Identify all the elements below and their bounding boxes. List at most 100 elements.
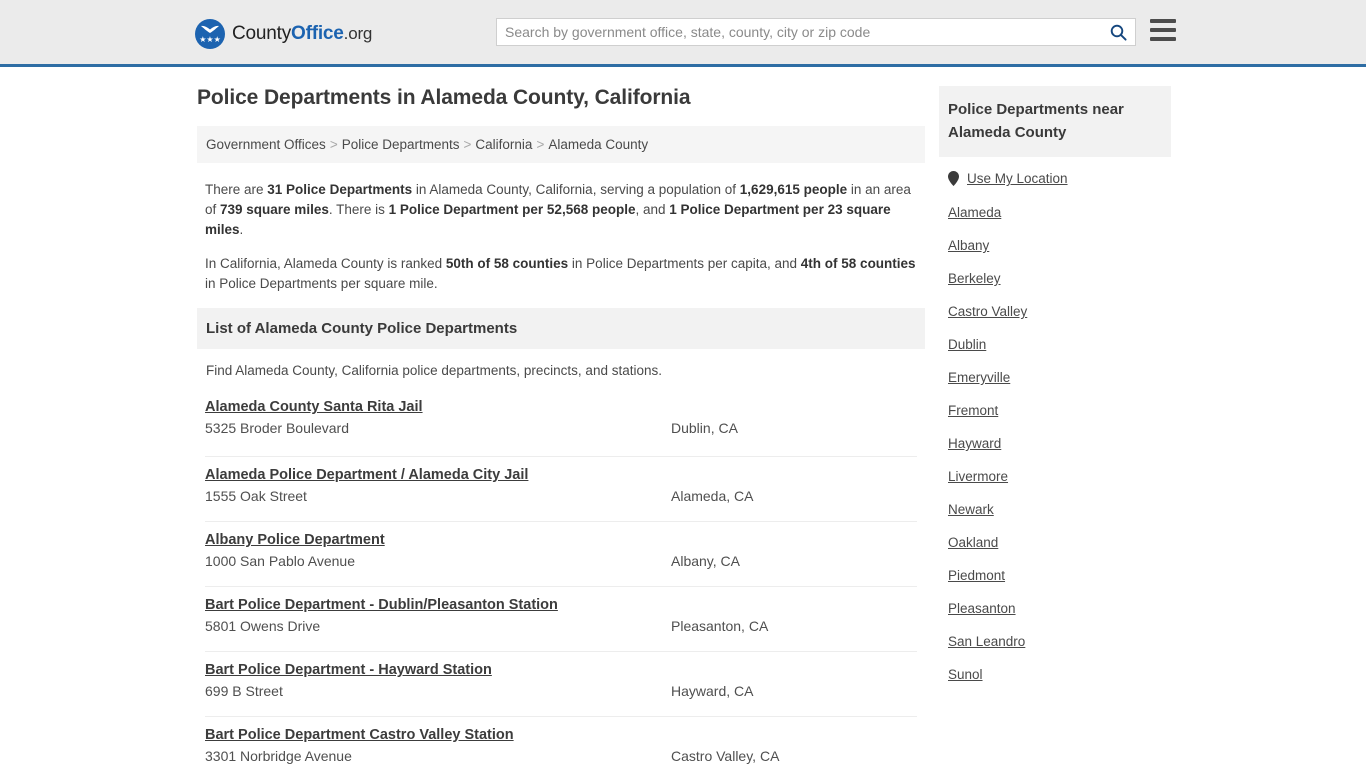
site-header: ★★★ CountyOffice.org [0,0,1366,67]
police-department-list: Alameda County Santa Rita Jail 5325 Brode… [197,392,925,768]
listing-city: Alameda, CA [671,488,754,504]
listing-detail: 5325 Broder Boulevard Dublin, CA [205,420,917,440]
menu-button[interactable] [1150,19,1176,41]
countyoffice-emblem-icon: ★★★ [195,19,225,49]
sidebar-city-link[interactable]: Emeryville [948,370,1010,385]
breadcrumb-item[interactable]: Alameda County [548,137,648,152]
listing-name-link[interactable]: Bart Police Department Castro Valley Sta… [205,727,514,743]
listing-name-link[interactable]: Bart Police Department - Dublin/Pleasant… [205,597,558,613]
listing-detail: 5801 Owens Drive Pleasanton, CA [205,618,917,638]
search-input[interactable] [497,19,1101,45]
sidebar-city-item: Castro Valley [939,295,1171,328]
search-icon [1110,24,1127,41]
map-pin-icon [948,171,959,186]
intro-emphasis: 739 square miles [220,202,329,217]
listing-address: 5325 Broder Boulevard [205,420,349,436]
listing-detail: 1000 San Pablo Avenue Albany, CA [205,553,917,573]
breadcrumb-item[interactable]: Police Departments [342,137,460,152]
sidebar-city-link[interactable]: Albany [948,238,989,253]
sidebar-city-item: Albany [939,229,1171,262]
site-logo-text: CountyOffice.org [232,23,372,45]
logo-text-org: .org [343,24,373,43]
listing-row: Alameda Police Department / Alameda City… [205,457,917,522]
logo-text-office: Office [291,23,344,44]
sidebar-city-item: Sunol [939,658,1171,691]
hamburger-bar-2 [1150,28,1176,32]
sidebar-city-link[interactable]: Berkeley [948,271,1001,286]
sidebar-city-item: San Leandro [939,625,1171,658]
sidebar-city-link[interactable]: Sunol [948,667,983,682]
intro-text-run: . There is [328,202,389,217]
sidebar-city-item: Fremont [939,394,1171,427]
listing-city: Albany, CA [671,553,740,569]
intro-emphasis: 1 Police Department per 52,568 people [388,202,636,217]
logo-text-county: County [232,23,292,44]
sidebar-city-item: Livermore [939,460,1171,493]
listing-name-link[interactable]: Alameda County Santa Rita Jail [205,399,423,415]
sidebar-city-item: Oakland [939,526,1171,559]
listing-row: Bart Police Department Castro Valley Sta… [205,717,917,768]
sidebar-city-link[interactable]: Newark [948,502,994,517]
listing-address: 1555 Oak Street [205,488,307,504]
sidebar-city-item: Newark [939,493,1171,526]
breadcrumb-separator: > [329,137,338,152]
listing-detail: 699 B Street Hayward, CA [205,683,917,703]
intro-text-run: In California, Alameda County is ranked [205,256,446,271]
listing-row: Bart Police Department - Hayward Station… [205,652,917,717]
list-section-description: Find Alameda County, California police d… [206,363,662,378]
sidebar-city-link[interactable]: Dublin [948,337,986,352]
sidebar-city-link[interactable]: San Leandro [948,634,1025,649]
listing-address: 5801 Owens Drive [205,618,321,634]
sidebar-city-item: Emeryville [939,361,1171,394]
breadcrumb-item[interactable]: California [475,137,532,152]
search-button[interactable] [1101,19,1135,45]
use-my-location-link[interactable]: Use My Location [967,171,1068,186]
sidebar-city-link[interactable]: Pleasanton [948,601,1016,616]
site-logo[interactable]: ★★★ CountyOffice.org [195,19,372,49]
listing-row: Albany Police Department 1000 San Pablo A… [205,522,917,587]
breadcrumb-separator: > [536,137,545,152]
listing-detail: 1555 Oak Street Alameda, CA [205,488,917,508]
page-title: Police Departments in Alameda County, Ca… [197,86,691,109]
intro-text-run: There are [205,182,268,197]
intro-text: There are 31 Police Departments in Alame… [197,180,925,294]
main-content: Police Departments in Alameda County, Ca… [197,86,925,768]
sidebar-city-item: Berkeley [939,262,1171,295]
sidebar: Police Departments near Alameda County U… [939,86,1171,691]
listing-row: Alameda County Santa Rita Jail 5325 Brode… [205,392,917,457]
use-my-location-row[interactable]: Use My Location [939,157,1171,196]
listing-city: Dublin, CA [671,420,738,436]
intro-paragraph-2: In California, Alameda County is ranked … [205,254,917,294]
intro-text-run: , and [635,202,670,217]
search-bar[interactable] [496,18,1136,46]
hamburger-bar-1 [1150,19,1176,23]
intro-emphasis: 1,629,615 people [739,182,848,197]
intro-emphasis: 31 Police Departments [267,182,413,197]
listing-name-link[interactable]: Albany Police Department [205,532,385,548]
listing-address: 3301 Norbridge Avenue [205,748,352,764]
listing-name-link[interactable]: Alameda Police Department / Alameda City… [205,467,528,483]
sidebar-heading: Police Departments near Alameda County [939,86,1171,157]
breadcrumb-item[interactable]: Government Offices [206,137,326,152]
sidebar-city-link[interactable]: Oakland [948,535,998,550]
intro-emphasis: 4th of 58 counties [800,256,916,271]
sidebar-city-item: Pleasanton [939,592,1171,625]
sidebar-city-link[interactable]: Livermore [948,469,1008,484]
intro-text-run: in Police Departments per capita, and [568,256,801,271]
intro-emphasis: 50th of 58 counties [445,256,569,271]
eagle-wings-icon [201,25,219,33]
sidebar-city-link[interactable]: Fremont [948,403,998,418]
intro-text-run: in Police Departments per square mile. [205,276,438,291]
listing-address: 1000 San Pablo Avenue [205,553,355,569]
sidebar-city-link[interactable]: Hayward [948,436,1001,451]
listing-row: Bart Police Department - Dublin/Pleasant… [205,587,917,652]
listing-city: Pleasanton, CA [671,618,769,634]
listing-city: Hayward, CA [671,683,754,699]
list-section-heading: List of Alameda County Police Department… [197,308,925,349]
listing-name-link[interactable]: Bart Police Department - Hayward Station [205,662,492,678]
breadcrumb-separator: > [463,137,472,152]
intro-text-run: in Alameda County, California, serving a… [412,182,740,197]
sidebar-city-link[interactable]: Alameda [948,205,1001,220]
sidebar-city-link[interactable]: Castro Valley [948,304,1027,319]
sidebar-city-link[interactable]: Piedmont [948,568,1005,583]
